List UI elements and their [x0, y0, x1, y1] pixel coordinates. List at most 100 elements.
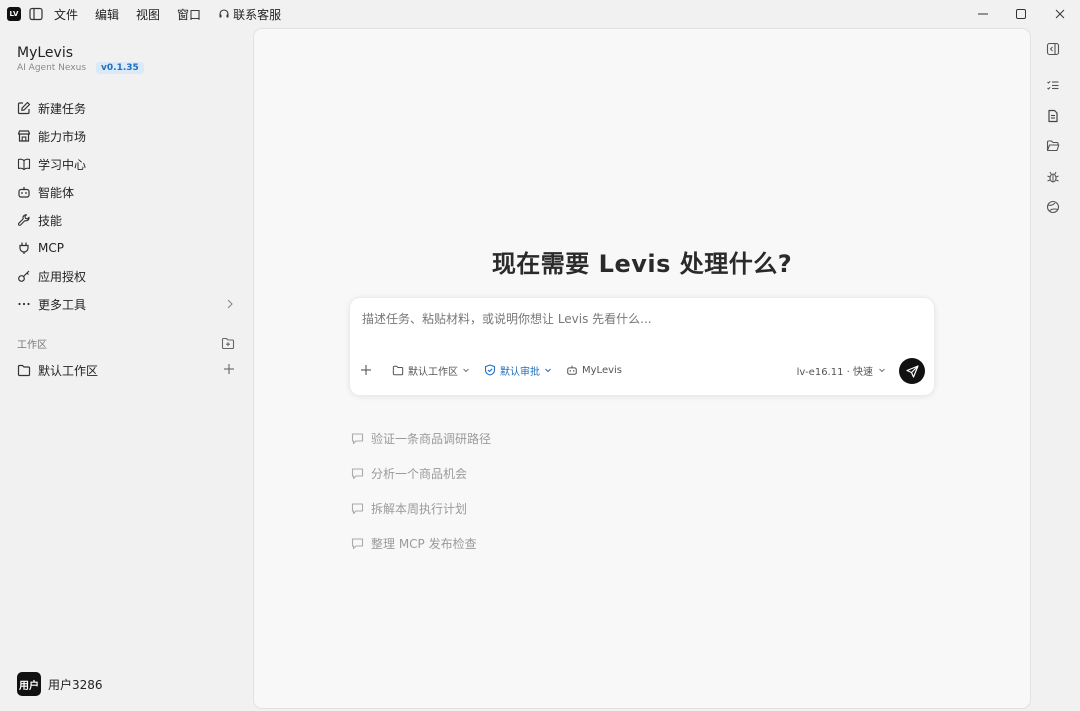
menu-edit[interactable]: 编辑	[95, 6, 119, 23]
chevron-down-icon	[463, 368, 469, 373]
globe-icon[interactable]	[1046, 200, 1060, 214]
send-icon	[905, 364, 919, 378]
suggestion-item[interactable]: 分析一个商品机会	[351, 456, 931, 491]
brand: MyLevis AI Agent Nexus v0.1.35	[17, 45, 144, 74]
store-icon	[17, 129, 31, 143]
user-name: 用户3286	[48, 677, 103, 692]
chevron-right-icon	[225, 298, 235, 310]
suggestion-list: 验证一条商品调研路径 分析一个商品机会 拆解本周执行计划 整理 MCP 发布检查	[351, 421, 931, 561]
sidebar-item-label: MCP	[38, 241, 64, 255]
maximize-icon	[1016, 9, 1026, 19]
sidebar-item-label: 学习中心	[38, 157, 87, 172]
folder-open-icon[interactable]	[1046, 139, 1060, 153]
approval-select-label: 默认审批	[500, 366, 540, 378]
bot-icon	[17, 185, 31, 199]
sidebar-item-label: 新建任务	[38, 101, 87, 116]
add-attachment-button[interactable]	[360, 364, 376, 376]
agent-select-label: MyLevis	[582, 364, 622, 376]
edit-icon	[17, 101, 31, 115]
minimize-icon	[978, 13, 988, 15]
task-list-icon[interactable]	[1046, 79, 1060, 93]
bot-icon	[567, 365, 577, 375]
chevron-down-icon	[879, 368, 885, 373]
close-window-button[interactable]	[1040, 0, 1080, 28]
key-icon	[17, 269, 31, 283]
minimize-button[interactable]	[963, 0, 1003, 28]
sidebar-toggle-icon[interactable]	[29, 7, 43, 21]
sidebar-item-label: 更多工具	[38, 297, 87, 312]
sidebar-item-app-auth[interactable]: 应用授权	[0, 262, 252, 290]
model-select[interactable]: lv-e16.11 · 快速	[797, 360, 886, 380]
suggestion-label: 验证一条商品调研路径	[371, 432, 492, 446]
close-icon	[1055, 9, 1065, 19]
chat-bubble-icon	[351, 433, 364, 445]
workspace-select[interactable]: 默认工作区	[392, 363, 470, 378]
suggestion-item[interactable]: 验证一条商品调研路径	[351, 421, 931, 456]
suggestion-label: 拆解本周执行计划	[371, 502, 468, 516]
avatar: 用户	[17, 672, 41, 696]
wrench-icon	[17, 213, 31, 227]
version-badge: v0.1.35	[96, 62, 144, 74]
book-icon	[17, 157, 31, 171]
bug-icon[interactable]	[1046, 170, 1060, 184]
menu-window[interactable]: 窗口	[177, 6, 201, 23]
chat-bubble-icon	[351, 468, 364, 480]
approval-select[interactable]: 默认审批	[484, 363, 552, 378]
sidebar-item-label: 能力市场	[38, 129, 87, 144]
headset-icon	[219, 9, 229, 18]
sidebar: MyLevis AI Agent Nexus v0.1.35 新建任务 能力市场…	[0, 28, 252, 711]
workspace-section-title: 工作区	[17, 339, 47, 351]
right-rail	[1039, 28, 1067, 711]
chat-bubble-icon	[351, 538, 364, 550]
suggestion-item[interactable]: 整理 MCP 发布检查	[351, 526, 931, 561]
workspace-item-label: 默认工作区	[38, 363, 99, 378]
add-to-workspace-icon[interactable]	[223, 363, 235, 375]
composer-toolbar: 默认工作区 默认审批 MyLevis	[360, 360, 636, 380]
sidebar-item-mcp[interactable]: MCP	[0, 234, 252, 262]
shield-check-icon	[484, 364, 496, 376]
task-composer: 默认工作区 默认审批 MyLevis lv-e16.11 · 快速	[349, 297, 935, 396]
send-button[interactable]	[899, 358, 925, 384]
sidebar-item-label: 应用授权	[38, 269, 87, 284]
sidebar-item-more-tools[interactable]: 更多工具	[0, 290, 252, 318]
menu-view[interactable]: 视图	[136, 6, 160, 23]
sidebar-item-agents[interactable]: 智能体	[0, 178, 252, 206]
user-profile[interactable]: 用户 用户3286	[17, 672, 103, 696]
suggestion-label: 分析一个商品机会	[371, 467, 468, 481]
workspace-select-label: 默认工作区	[408, 366, 458, 378]
plus-icon	[361, 365, 371, 375]
folder-icon	[392, 365, 404, 375]
menu-bar: 文件 编辑 视图 窗口 联系客服	[54, 0, 281, 28]
workspace-section-header: 工作区	[17, 336, 235, 351]
sidebar-item-skills[interactable]: 技能	[0, 206, 252, 234]
chat-bubble-icon	[351, 503, 364, 515]
sidebar-item-label: 技能	[38, 213, 63, 228]
title-bar: LV 文件 编辑 视图 窗口 联系客服	[0, 0, 1080, 28]
agent-select[interactable]: MyLevis	[566, 364, 622, 376]
task-input[interactable]	[360, 308, 924, 330]
menu-file[interactable]: 文件	[54, 6, 78, 23]
new-folder-icon[interactable]	[221, 337, 235, 350]
sidebar-item-new-task[interactable]: 新建任务	[0, 94, 252, 122]
document-icon[interactable]	[1046, 109, 1060, 123]
brand-name: MyLevis	[17, 45, 73, 61]
chevron-down-icon	[545, 368, 551, 373]
main-panel: 现在需要 Levis 处理什么? 默认工作区 默认审批 MyLevis	[253, 28, 1031, 709]
page-title: 现在需要 Levis 处理什么?	[491, 250, 793, 278]
sidebar-item-label: 智能体	[38, 185, 75, 200]
suggestion-item[interactable]: 拆解本周执行计划	[351, 491, 931, 526]
suggestion-label: 整理 MCP 发布检查	[371, 537, 477, 551]
model-select-label: lv-e16.11 · 快速	[796, 366, 873, 378]
sidebar-nav: 新建任务 能力市场 学习中心 智能体 技能 MCP 应用授权 更多工具	[0, 94, 252, 318]
workspace-item-default[interactable]: 默认工作区	[17, 362, 235, 378]
plug-icon	[17, 241, 31, 255]
contact-support-label: 联系客服	[233, 7, 282, 22]
contact-support-button[interactable]: 联系客服	[218, 6, 281, 23]
sidebar-item-marketplace[interactable]: 能力市场	[0, 122, 252, 150]
sidebar-item-learning[interactable]: 学习中心	[0, 150, 252, 178]
more-icon	[17, 297, 31, 311]
app-logo: LV	[7, 7, 21, 21]
maximize-button[interactable]	[1001, 0, 1041, 28]
folder-icon	[17, 364, 31, 377]
panel-toggle-icon[interactable]	[1046, 42, 1060, 56]
